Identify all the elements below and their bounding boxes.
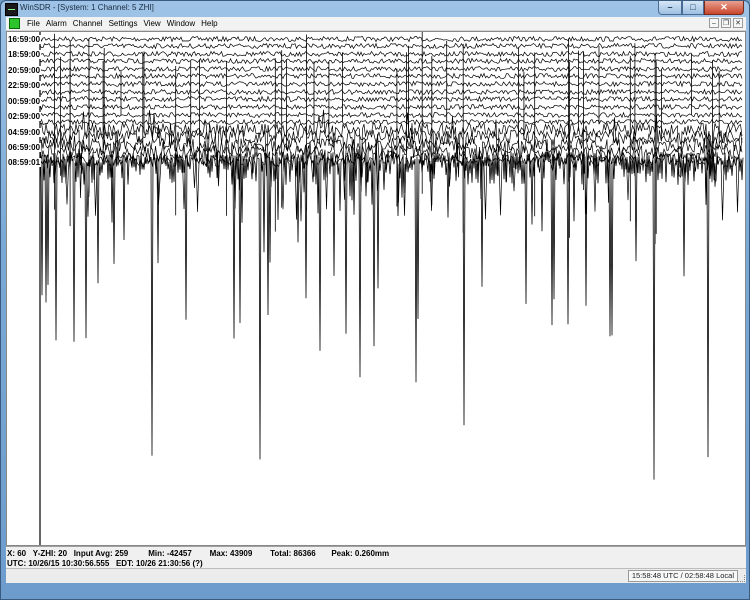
trace-line — [39, 95, 743, 103]
menu-view[interactable]: View — [141, 18, 164, 29]
window-controls: – □ ✕ — [658, 1, 744, 15]
minimize-button[interactable]: – — [658, 1, 682, 15]
maximize-button[interactable]: □ — [682, 1, 704, 15]
input-average-readout: Input Avg: 259 — [73, 549, 129, 558]
cursor-x-readout: X: 60 — [7, 549, 27, 558]
app-window: WinSDR - [System: 1 Channel: 5 ZHI] – □ … — [0, 0, 750, 600]
child-restore-button[interactable]: ❐ — [721, 18, 731, 28]
close-button[interactable]: ✕ — [704, 1, 744, 15]
time-label: 16:59:00 — [8, 35, 42, 44]
menu-window[interactable]: Window — [164, 18, 198, 29]
menu-alarm[interactable]: Alarm — [43, 18, 70, 29]
max-readout: Max: 43909 — [209, 549, 253, 558]
time-label: 20:59:00 — [8, 66, 42, 75]
trace-line — [39, 111, 743, 119]
time-label: 02:59:00 — [8, 112, 42, 121]
trace-line — [39, 80, 743, 88]
child-minimize-button[interactable]: – — [709, 18, 719, 28]
trace-line — [39, 50, 743, 58]
trace-line — [39, 72, 743, 80]
cursor-y-readout: Y-ZHI: 20 — [32, 549, 68, 558]
trace-line — [39, 57, 743, 65]
bottom-status-bar: 15:58:48 UTC / 02:58:48 Local — [6, 568, 746, 583]
trace-line — [39, 88, 743, 96]
time-label: 06:59:00 — [8, 143, 42, 152]
time-label: 04:59:00 — [8, 128, 42, 137]
window-title: WinSDR - [System: 1 Channel: 5 ZHI] — [20, 3, 154, 12]
title-bar[interactable]: WinSDR - [System: 1 Channel: 5 ZHI] – □ … — [1, 1, 749, 17]
status-row-time: UTC: 10/26/15 10:30:56.555 EDT: 10/26 21… — [7, 559, 203, 568]
resize-grip[interactable] — [738, 575, 745, 582]
utc-time-readout: UTC: 10/26/15 10:30:56.555 — [7, 559, 110, 568]
trace-line-current — [39, 142, 744, 480]
child-window-controls: – ❐ ✕ — [709, 18, 743, 28]
trace-line — [39, 35, 743, 43]
status-panel: X: 60 Y-ZHI: 20 Input Avg: 259 Min: -424… — [6, 546, 746, 569]
trace-line — [39, 42, 743, 50]
menu-settings[interactable]: Settings — [106, 18, 141, 29]
trace-line — [39, 118, 743, 126]
peak-readout: Peak: 0.260mm — [331, 549, 390, 558]
total-readout: Total: 86366 — [270, 549, 316, 558]
status-row-values: X: 60 Y-ZHI: 20 Input Avg: 259 Min: -424… — [7, 549, 389, 558]
menu-help[interactable]: Help — [198, 18, 220, 29]
seismogram-traces — [39, 32, 744, 545]
child-close-button[interactable]: ✕ — [733, 18, 743, 28]
menu-channel[interactable]: Channel — [70, 18, 106, 29]
edt-time-readout: EDT: 10/26 21:30:56 (?) — [115, 559, 203, 568]
trace-line — [39, 103, 743, 111]
time-label: 08:59:01 — [8, 158, 42, 167]
menu-file[interactable]: File — [24, 18, 43, 29]
time-label: 22:59:00 — [8, 81, 42, 90]
time-label: 18:59:00 — [8, 50, 42, 59]
min-readout: Min: -42457 — [148, 549, 192, 558]
seismograph-app-icon — [5, 3, 18, 16]
menu-bar: File Alarm Channel Settings View Window … — [6, 17, 746, 31]
trace-line — [39, 65, 743, 73]
document-icon[interactable] — [9, 18, 20, 29]
time-label: 00:59:00 — [8, 97, 42, 106]
clock-readout: 15:58:48 UTC / 02:58:48 Local — [627, 570, 738, 582]
helicorder-plot[interactable]: 16:59:00 18:59:00 20:59:00 22:59:00 00:5… — [6, 31, 746, 546]
